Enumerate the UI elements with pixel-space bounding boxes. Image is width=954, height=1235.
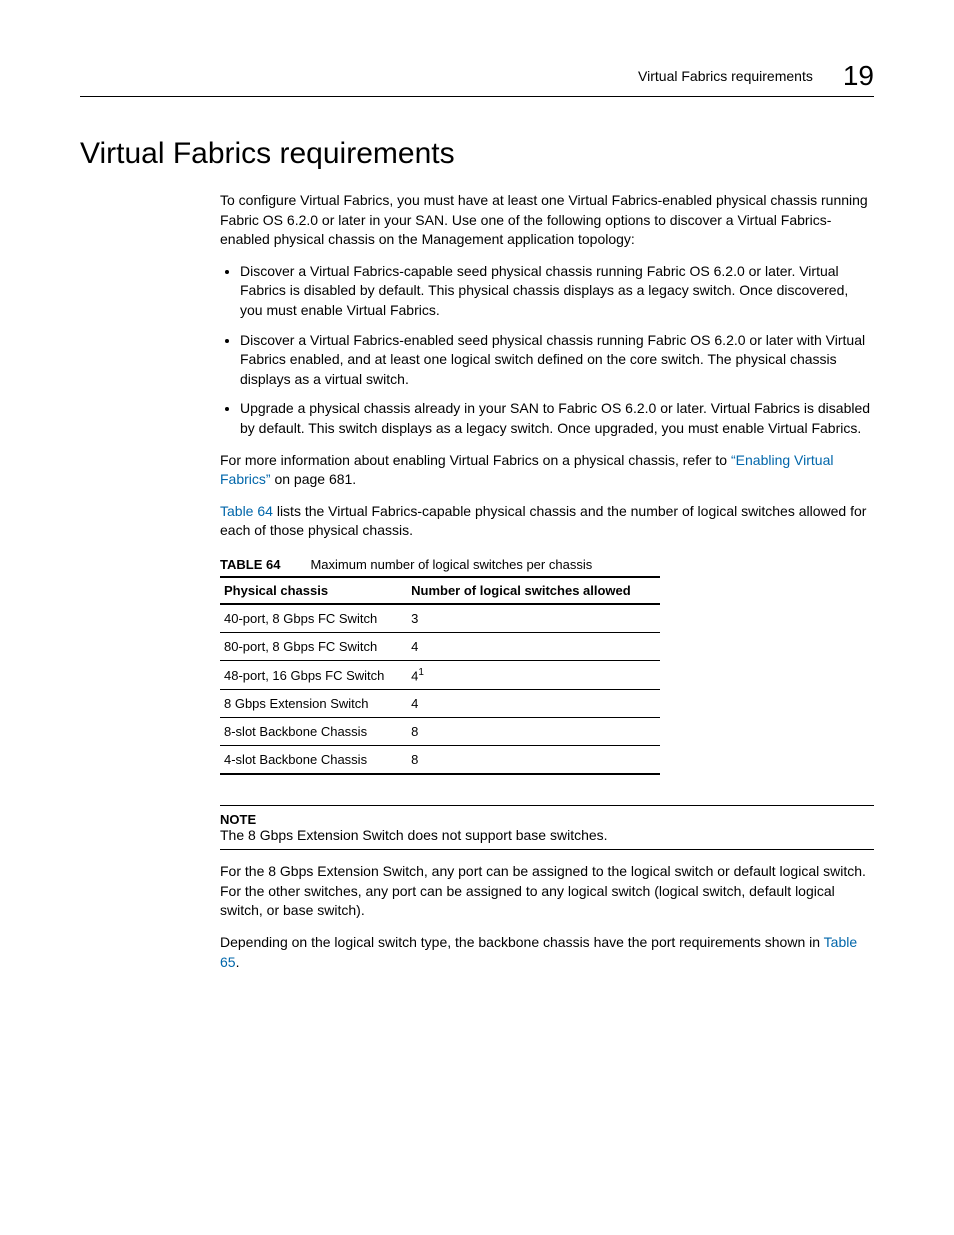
table-row: 8 Gbps Extension Switch4 [220, 690, 660, 718]
cross-reference-link[interactable]: Table 64 [220, 503, 273, 519]
column-header: Number of logical switches allowed [407, 577, 660, 604]
chapter-number: 19 [843, 60, 874, 92]
table-cell: 48-port, 16 Gbps FC Switch [220, 660, 407, 689]
running-header: Virtual Fabrics requirements 19 [80, 60, 874, 97]
table-cell: 4 [407, 632, 660, 660]
table-title: Maximum number of logical switches per c… [310, 557, 592, 572]
table-cell: 4 [407, 690, 660, 718]
intro-paragraph: To configure Virtual Fabrics, you must h… [220, 191, 874, 250]
list-item: Discover a Virtual Fabrics-capable seed … [240, 262, 874, 321]
note-heading: NOTE [220, 812, 874, 827]
table-cell: 3 [407, 604, 660, 633]
running-title: Virtual Fabrics requirements [638, 68, 813, 84]
table-cell: 8 [407, 746, 660, 775]
more-info-paragraph: For more information about enabling Virt… [220, 451, 874, 490]
text: For more information about enabling Virt… [220, 452, 731, 468]
text: Depending on the logical switch type, th… [220, 934, 824, 950]
table-cell: 8-slot Backbone Chassis [220, 718, 407, 746]
text: lists the Virtual Fabrics-capable physic… [220, 503, 866, 539]
paragraph: Depending on the logical switch type, th… [220, 933, 874, 972]
page-title: Virtual Fabrics requirements [80, 137, 874, 171]
table-cell: 41 [407, 660, 660, 689]
table-row: 40-port, 8 Gbps FC Switch3 [220, 604, 660, 633]
table-row: 8-slot Backbone Chassis8 [220, 718, 660, 746]
table-caption: TABLE 64 Maximum number of logical switch… [220, 557, 874, 572]
table-row: 48-port, 16 Gbps FC Switch41 [220, 660, 660, 689]
table-cell: 4-slot Backbone Chassis [220, 746, 407, 775]
column-header: Physical chassis [220, 577, 407, 604]
note-text: The 8 Gbps Extension Switch does not sup… [220, 827, 874, 843]
logical-switches-table: Physical chassis Number of logical switc… [220, 576, 660, 775]
table-row: 80-port, 8 Gbps FC Switch4 [220, 632, 660, 660]
text: . [236, 954, 240, 970]
paragraph: For the 8 Gbps Extension Switch, any por… [220, 862, 874, 921]
content-body: To configure Virtual Fabrics, you must h… [220, 191, 874, 972]
list-item: Discover a Virtual Fabrics-enabled seed … [240, 331, 874, 390]
options-list: Discover a Virtual Fabrics-capable seed … [220, 262, 874, 439]
table-cell: 8 Gbps Extension Switch [220, 690, 407, 718]
note-block: NOTE The 8 Gbps Extension Switch does no… [220, 805, 874, 850]
list-item: Upgrade a physical chassis already in yo… [240, 399, 874, 438]
table-cell: 80-port, 8 Gbps FC Switch [220, 632, 407, 660]
table-cell: 8 [407, 718, 660, 746]
table-cell: 40-port, 8 Gbps FC Switch [220, 604, 407, 633]
text: on page 681. [271, 471, 357, 487]
table-row: 4-slot Backbone Chassis8 [220, 746, 660, 775]
table-reference-paragraph: Table 64 lists the Virtual Fabrics-capab… [220, 502, 874, 541]
table-label: TABLE 64 [220, 557, 280, 572]
